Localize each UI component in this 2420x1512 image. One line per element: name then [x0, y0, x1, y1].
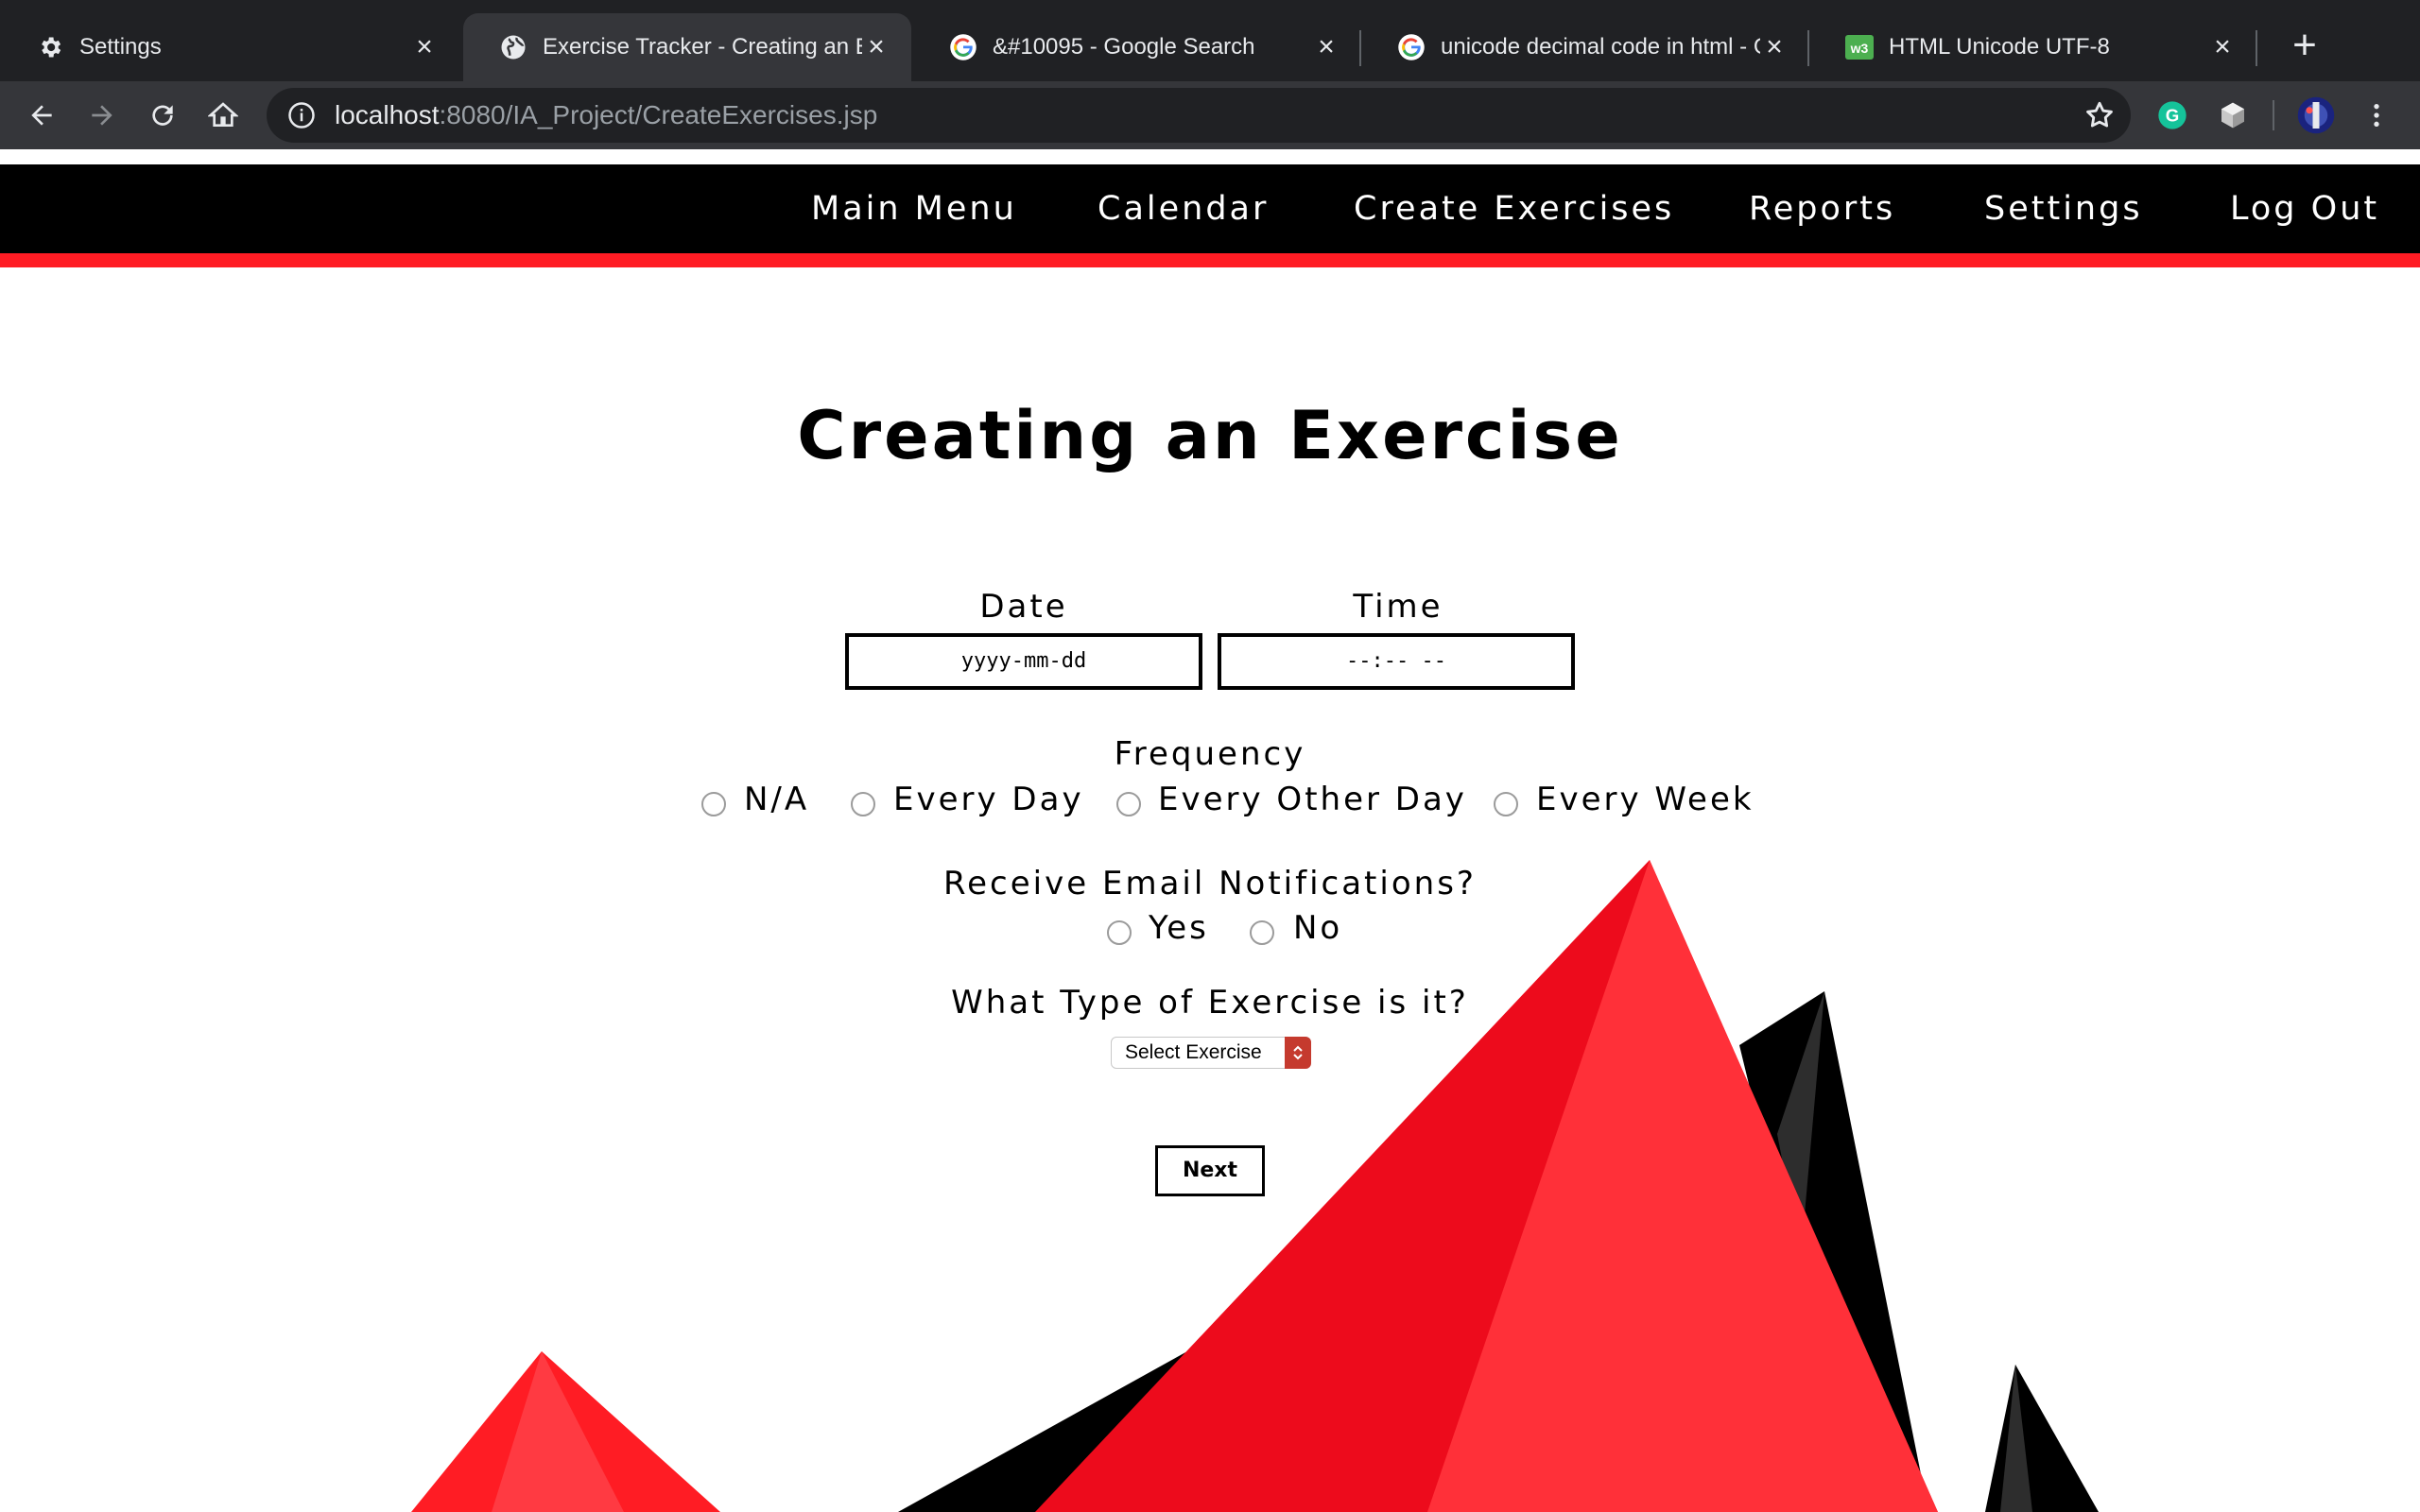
grammarly-icon[interactable]: G — [2152, 94, 2193, 136]
back-arrow-icon[interactable] — [21, 94, 62, 136]
navbar-accent-stripe — [0, 253, 2420, 267]
option-label-no: No — [1293, 909, 1343, 947]
gear-icon — [36, 33, 64, 61]
close-icon[interactable]: × — [862, 33, 890, 61]
radio-frequency-every-other-day[interactable] — [1116, 792, 1141, 816]
tab-settings[interactable]: Settings × — [0, 13, 459, 81]
tab-exercise-tracker[interactable]: Exercise Tracker - Creating an Exercise … — [463, 13, 911, 81]
nav-calendar[interactable]: Calendar — [1098, 164, 1269, 253]
address-bar[interactable]: localhost:8080/IA_Project/CreateExercise… — [267, 88, 2131, 143]
option-label-every-day: Every Day — [893, 781, 1084, 818]
nav-main-menu[interactable]: Main Menu — [811, 164, 1017, 253]
close-icon[interactable]: × — [1312, 33, 1340, 61]
radio-frequency-na[interactable] — [701, 792, 726, 816]
tab-separator — [2256, 30, 2257, 66]
tab-title: Exercise Tracker - Creating an Exercise — [543, 34, 862, 60]
select-chevron-icon — [1285, 1037, 1311, 1069]
option-label-every-week: Every Week — [1536, 781, 1754, 818]
google-icon — [949, 33, 977, 61]
forward-arrow-icon[interactable] — [81, 94, 123, 136]
page-title: Creating an Exercise — [797, 397, 1623, 474]
site-navbar: Main Menu Calendar Create Exercises Repo… — [0, 164, 2420, 253]
w3schools-icon: w3 — [1845, 33, 1874, 61]
exercise-type-label: What Type of Exercise is it? — [951, 984, 1469, 1022]
option-label-na: N/A — [744, 781, 810, 818]
select-value: Select Exercise — [1125, 1041, 1262, 1063]
radio-email-yes[interactable] — [1107, 920, 1132, 945]
globe-icon — [499, 33, 527, 61]
time-label: Time — [1353, 588, 1443, 626]
home-icon[interactable] — [202, 94, 244, 136]
close-icon[interactable]: × — [410, 33, 439, 61]
toolbar-separator — [2273, 100, 2274, 130]
radio-frequency-every-day[interactable] — [851, 792, 875, 816]
date-input[interactable]: yyyy-mm-dd — [845, 633, 1202, 690]
google-icon — [1397, 33, 1426, 61]
nav-create-exercises[interactable]: Create Exercises — [1354, 164, 1674, 253]
radio-email-no[interactable] — [1250, 920, 1274, 945]
url-text: localhost:8080/IA_Project/CreateExercise… — [335, 100, 878, 129]
tab-title: Settings — [79, 34, 162, 60]
radio-frequency-every-week[interactable] — [1494, 792, 1518, 816]
info-icon[interactable] — [287, 101, 316, 129]
tab-title: unicode decimal code in html - Google Se… — [1441, 34, 1760, 60]
close-icon[interactable]: × — [2208, 33, 2237, 61]
svg-text:G: G — [2166, 106, 2180, 126]
option-label-yes: Yes — [1149, 909, 1209, 947]
profile-avatar[interactable] — [2295, 94, 2337, 136]
tab-google-search-10095[interactable]: &#10095 - Google Search × — [913, 13, 1361, 81]
email-notifications-label: Receive Email Notifications? — [943, 865, 1477, 902]
date-label: Date — [979, 588, 1068, 626]
browser-toolbar: localhost:8080/IA_Project/CreateExercise… — [0, 81, 2420, 149]
nav-settings[interactable]: Settings — [1984, 164, 2143, 253]
time-input[interactable]: --:-- -- — [1218, 633, 1575, 690]
option-label-every-other-day: Every Other Day — [1158, 781, 1467, 818]
new-tab-plus-icon[interactable]: + — [2282, 23, 2327, 68]
tab-google-search-unicode[interactable]: unicode decimal code in html - Google Se… — [1361, 13, 1809, 81]
frequency-label: Frequency — [1114, 735, 1306, 773]
exercise-type-select[interactable]: Select Exercise — [1111, 1037, 1311, 1069]
svg-text:w3: w3 — [1850, 41, 1869, 56]
tab-html-unicode[interactable]: w3 HTML Unicode UTF-8 × — [1809, 13, 2257, 81]
tab-title: &#10095 - Google Search — [993, 34, 1255, 60]
close-icon[interactable]: × — [1760, 33, 1789, 61]
bookmark-star-icon[interactable] — [2083, 99, 2116, 131]
extension-cube-icon[interactable] — [2212, 94, 2254, 136]
page-top-strip — [0, 149, 2420, 164]
nav-reports[interactable]: Reports — [1749, 164, 1895, 253]
reload-icon[interactable] — [142, 94, 183, 136]
nav-log-out[interactable]: Log Out — [2230, 164, 2379, 253]
tab-title: HTML Unicode UTF-8 — [1889, 34, 2110, 60]
browser-tab-bar: Settings × Exercise Tracker - Creating a… — [0, 0, 2420, 81]
next-button[interactable]: Next — [1155, 1145, 1265, 1196]
more-vertical-icon[interactable] — [2356, 94, 2397, 136]
